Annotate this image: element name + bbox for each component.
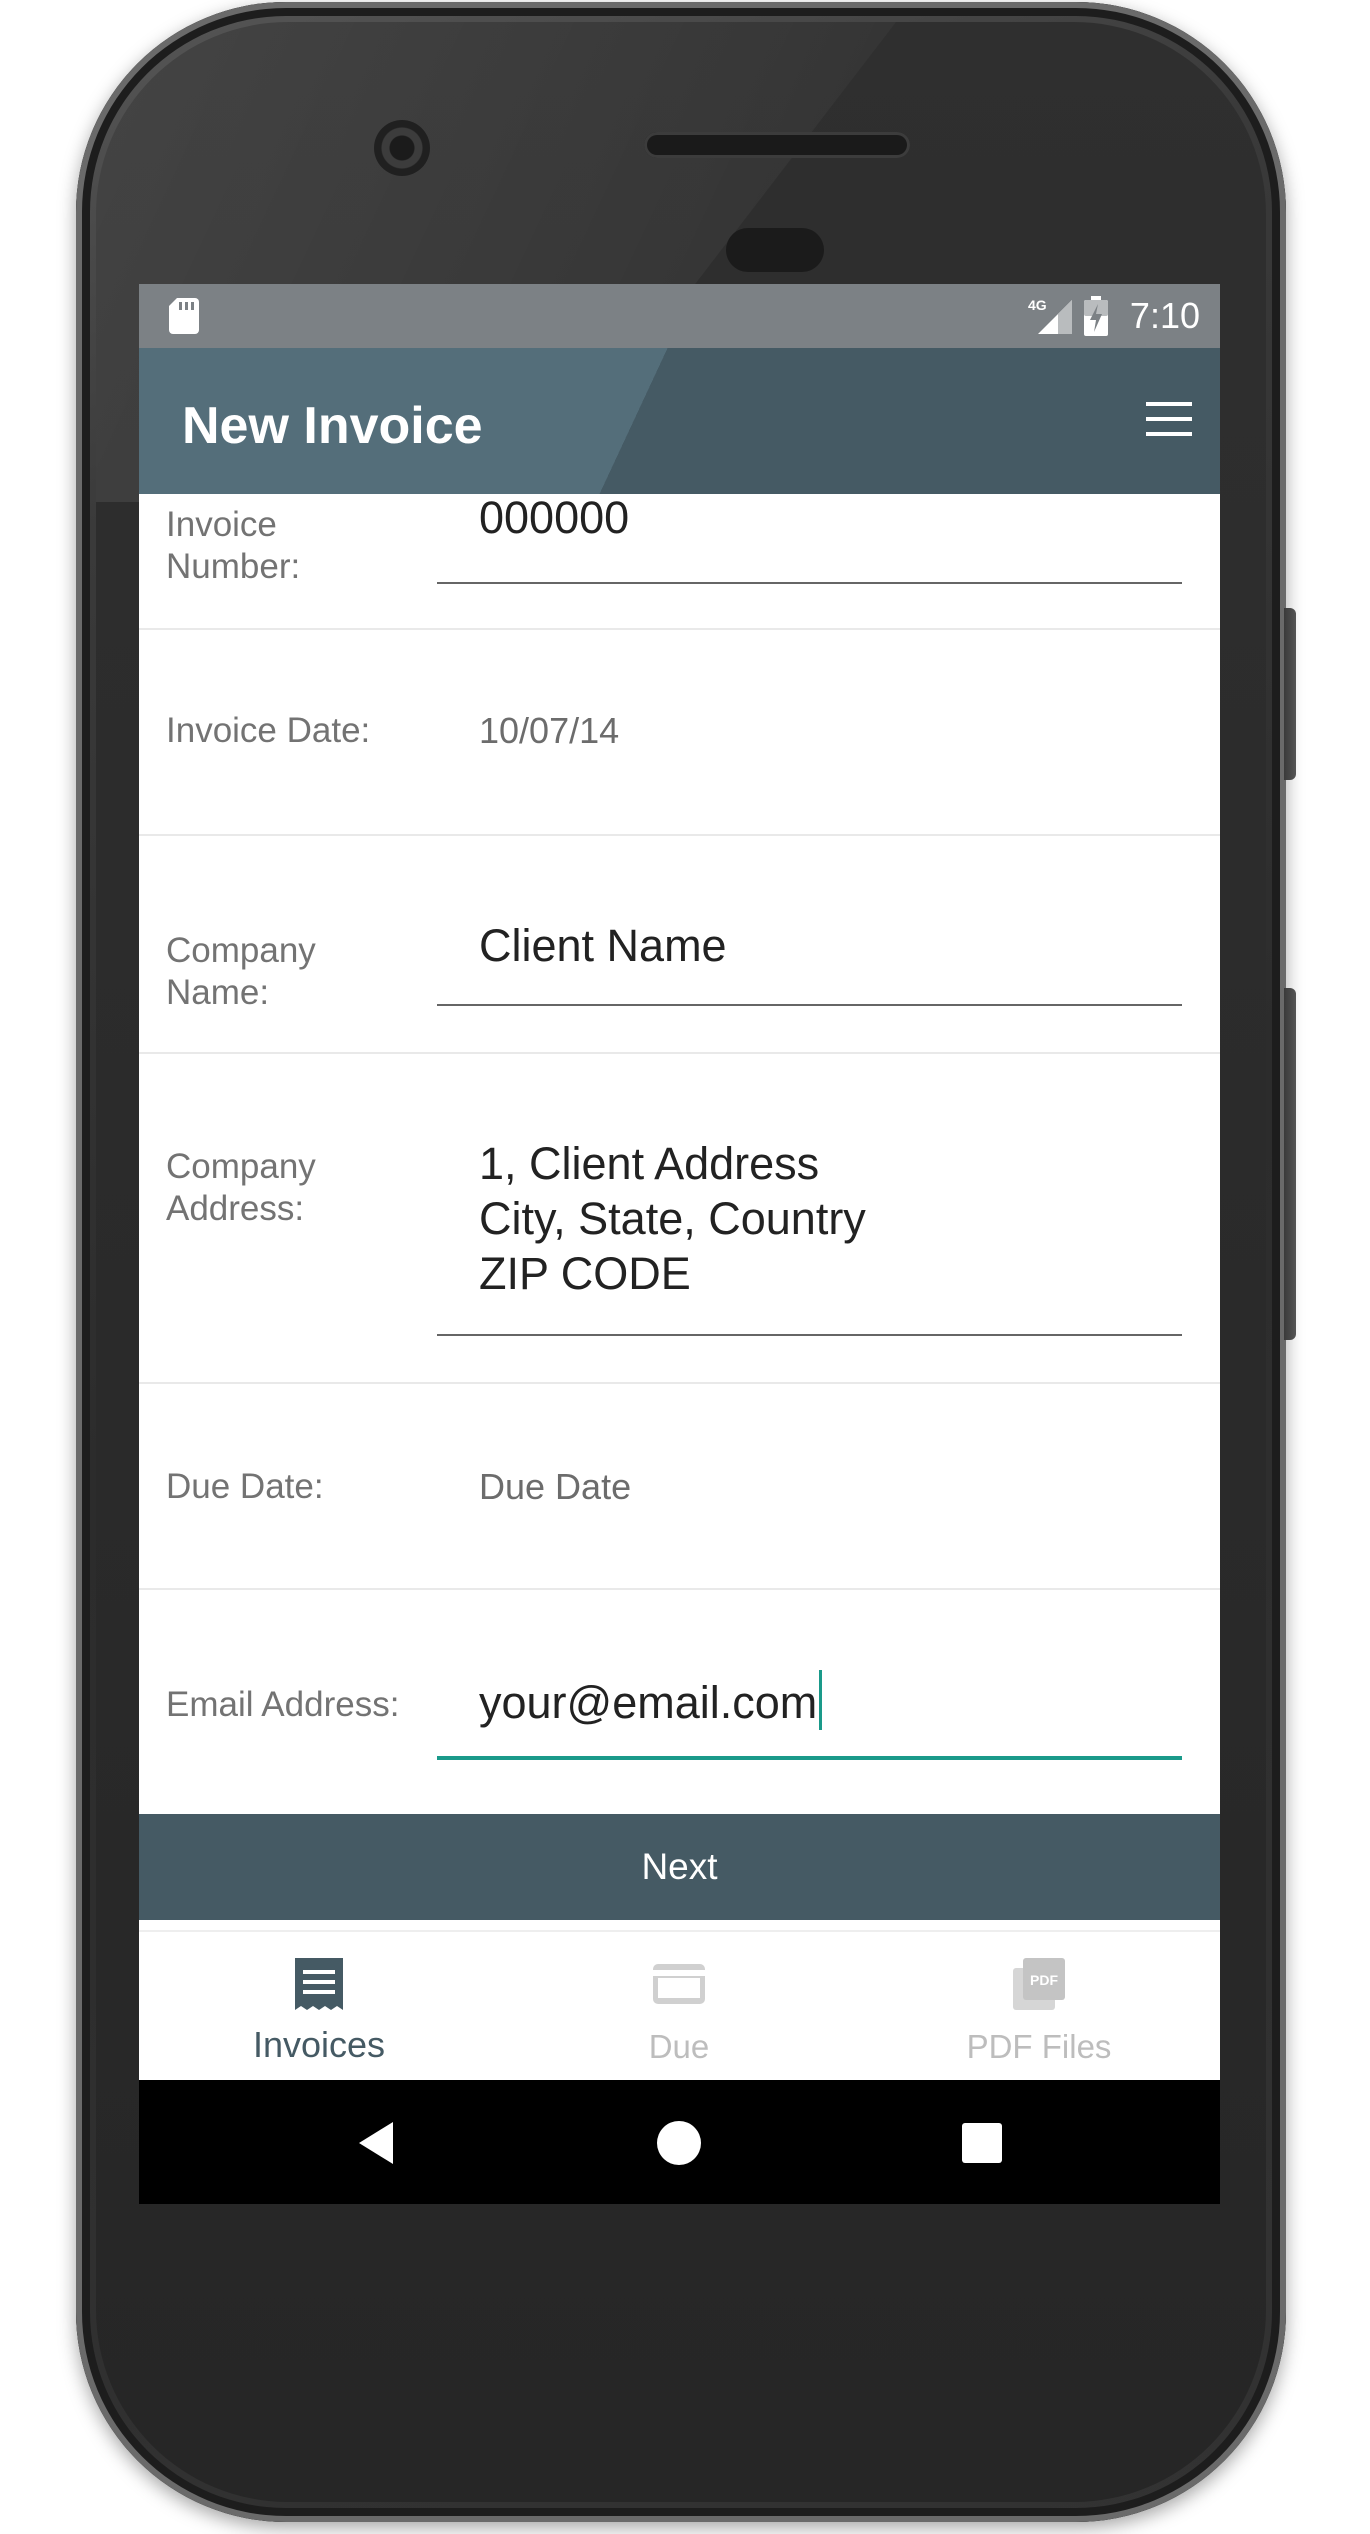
nav-label-invoices: Invoices (252, 2024, 386, 2065)
nav-label-pdf-files: PDF Files (966, 2028, 1112, 2065)
invoice-date-field[interactable]: 10/07/14 (479, 710, 619, 752)
company-name-row: Company Name: Client Name (139, 836, 1220, 1054)
device-screen: 4G 7:10 New Invoice Invoice Number: 0000… (139, 284, 1220, 2204)
home-icon[interactable] (654, 2118, 704, 2168)
hamburger-menu-icon[interactable] (1146, 400, 1192, 438)
due-date-label: Due Date: (166, 1467, 324, 1506)
system-navigation-bar (139, 2080, 1220, 2204)
company-address-row: Company Address: 1, Client Address City,… (139, 1054, 1220, 1384)
invoice-number-underline (437, 582, 1182, 584)
email-address-label: Email Address: (166, 1685, 400, 1724)
nav-label-due: Due (648, 2028, 710, 2065)
nav-item-invoices[interactable]: Invoices (139, 1932, 499, 2080)
email-address-value: your@email.com (479, 1677, 818, 1728)
page-title: New Invoice (182, 397, 483, 455)
power-button (1284, 608, 1296, 780)
recents-icon[interactable] (957, 2118, 1007, 2168)
stage: 4G 7:10 New Invoice Invoice Number: 0000… (0, 0, 1370, 2534)
earpiece-speaker (644, 132, 910, 158)
due-date-field[interactable]: Due Date (479, 1466, 631, 1508)
invoice-date-label: Invoice Date: (166, 711, 371, 750)
due-date-row: Due Date: Due Date (139, 1384, 1220, 1590)
network-type-label: 4G (1028, 297, 1047, 313)
company-address-underline (437, 1334, 1182, 1336)
nav-item-due[interactable]: Due (499, 1932, 859, 2080)
status-indicators: 4G 7:10 (1028, 284, 1200, 348)
status-bar: 4G 7:10 (139, 284, 1220, 348)
invoice-number-input[interactable]: 000000 (479, 490, 629, 545)
company-name-input[interactable]: Client Name (479, 918, 727, 973)
app-bar: New Invoice (139, 348, 1220, 494)
company-address-label: Company Address: (166, 1147, 316, 1228)
company-name-underline (437, 1004, 1182, 1006)
receipt-icon (295, 1958, 343, 2010)
invoice-number-label: Invoice Number: (166, 505, 301, 586)
pdf-icon: PDF (1013, 1958, 1065, 2010)
email-address-input[interactable]: your@email.com (479, 1670, 823, 1730)
company-name-label: Company Name: (166, 931, 316, 1012)
back-icon[interactable] (353, 2118, 403, 2168)
proximity-sensor (726, 228, 824, 272)
email-address-underline (437, 1756, 1182, 1760)
front-camera (374, 120, 430, 176)
volume-button (1284, 988, 1296, 1340)
signal-4g-icon: 4G (1028, 297, 1072, 334)
sd-card-icon (169, 298, 199, 334)
nav-item-pdf-files[interactable]: PDF PDF Files (859, 1932, 1219, 2080)
invoice-date-row: Invoice Date: 10/07/14 (139, 630, 1220, 836)
status-time: 7:10 (1129, 295, 1200, 336)
credit-card-icon (653, 1964, 705, 2004)
invoice-number-row: Invoice Number: 000000 (139, 492, 1220, 630)
company-address-input[interactable]: 1, Client Address City, State, Country Z… (479, 1136, 866, 1301)
next-button[interactable]: Next (139, 1814, 1220, 1920)
svg-text:PDF: PDF (1030, 1972, 1058, 1988)
email-address-row: Email Address: your@email.com (139, 1590, 1220, 1812)
bottom-navigation: Invoices Due PDF PDF Files (139, 1930, 1220, 2080)
battery-charging-icon (1083, 296, 1108, 336)
text-cursor (819, 1670, 823, 1730)
